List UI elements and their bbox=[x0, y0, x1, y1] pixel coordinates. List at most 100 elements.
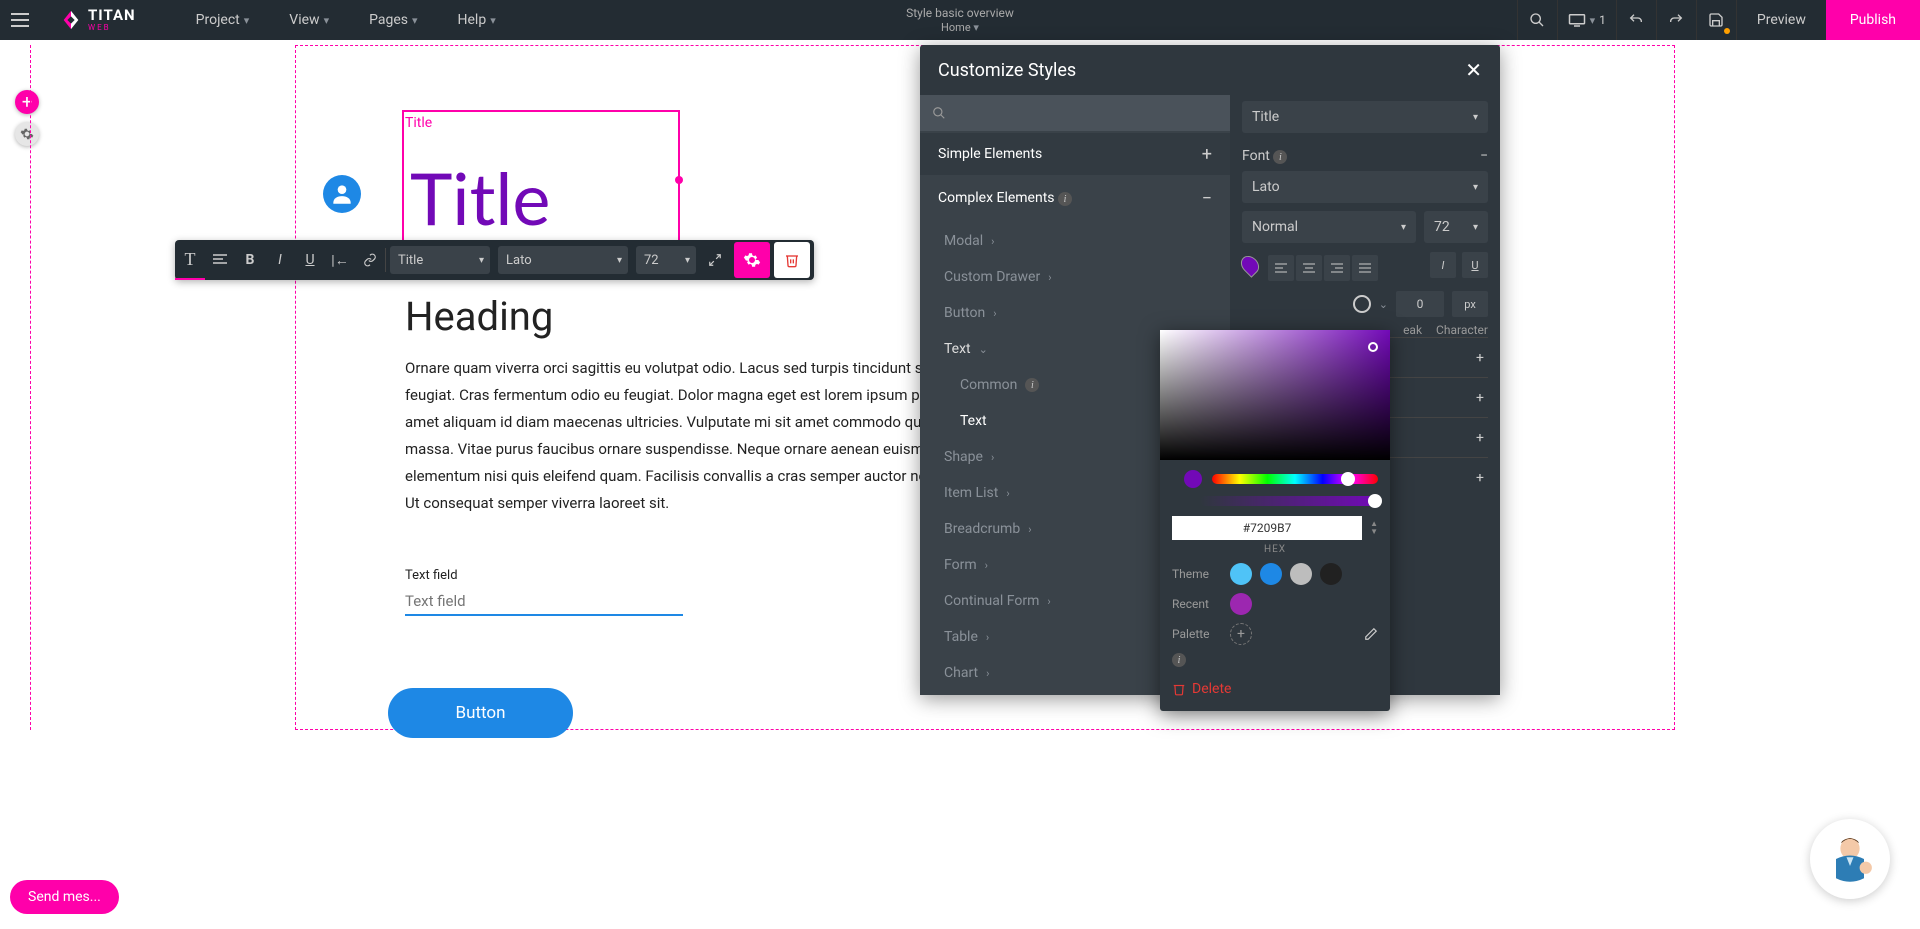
style-settings-button[interactable] bbox=[734, 242, 770, 278]
color-delete-button[interactable]: Delete bbox=[1160, 667, 1390, 697]
hex-input[interactable] bbox=[1172, 516, 1362, 540]
delete-element-button[interactable] bbox=[774, 242, 810, 278]
textfield-input[interactable] bbox=[405, 588, 683, 616]
publish-button[interactable]: Publish bbox=[1826, 0, 1920, 40]
tree-item-modal[interactable]: Modal› bbox=[920, 223, 1230, 259]
save-icon[interactable] bbox=[1696, 0, 1736, 40]
font-color-swatch[interactable] bbox=[1237, 252, 1262, 277]
tree-item-custom-drawer[interactable]: Custom Drawer› bbox=[920, 259, 1230, 295]
font-family-select[interactable]: Lato bbox=[1242, 171, 1488, 203]
font-size-select[interactable]: 72 bbox=[1424, 211, 1488, 243]
search-icon[interactable] bbox=[1517, 0, 1557, 40]
link-icon[interactable] bbox=[355, 240, 385, 280]
title-element-label: Title bbox=[405, 115, 432, 131]
heading-element[interactable]: Heading bbox=[405, 293, 553, 340]
align-center-icon[interactable] bbox=[1296, 255, 1322, 281]
avatar-icon[interactable] bbox=[323, 175, 361, 213]
align-justify-icon[interactable] bbox=[1352, 255, 1378, 281]
alpha-thumb[interactable] bbox=[1368, 494, 1382, 508]
recent-swatch-1[interactable] bbox=[1230, 593, 1252, 615]
close-icon[interactable]: ✕ bbox=[1465, 58, 1482, 82]
menu-project[interactable]: Project ▾ bbox=[196, 12, 250, 28]
document-title[interactable]: Style basic overview Home ▾ bbox=[906, 6, 1014, 34]
expand-icon[interactable] bbox=[700, 240, 730, 280]
body-text-element[interactable]: Ornare quam viverra orci sagittis eu vol… bbox=[405, 355, 1005, 517]
theme-swatch-2[interactable] bbox=[1260, 563, 1282, 585]
underline-toggle-icon[interactable]: U bbox=[1462, 252, 1488, 278]
underline-icon[interactable]: U bbox=[295, 240, 325, 280]
right-tools: ▾ 1 Preview Publish bbox=[1517, 0, 1920, 40]
hue-thumb[interactable] bbox=[1341, 472, 1355, 486]
undo-icon[interactable] bbox=[1616, 0, 1656, 40]
recent-label: Recent bbox=[1172, 597, 1222, 611]
theme-swatch-3[interactable] bbox=[1290, 563, 1312, 585]
help-mascot[interactable] bbox=[1810, 819, 1890, 899]
main-menu: Project ▾ View ▾ Pages ▾ Help ▾ bbox=[196, 12, 496, 28]
palette-edit-icon[interactable] bbox=[1364, 627, 1378, 641]
palette-info-icon[interactable]: i bbox=[1172, 653, 1186, 667]
target-select[interactable]: Title bbox=[1242, 101, 1488, 133]
bold-icon[interactable]: B bbox=[235, 240, 265, 280]
spacing-unit[interactable]: px bbox=[1452, 291, 1488, 317]
letter-spacing-input[interactable] bbox=[1396, 291, 1444, 317]
menu-view[interactable]: View ▾ bbox=[289, 12, 329, 28]
logo[interactable]: TITAN WEB bbox=[40, 8, 156, 32]
format-stepper[interactable]: ▲▼ bbox=[1370, 520, 1378, 536]
current-color-swatch bbox=[1184, 470, 1202, 488]
mascot-icon bbox=[1822, 831, 1878, 887]
theme-swatch-1[interactable] bbox=[1230, 563, 1252, 585]
hamburger-icon[interactable] bbox=[0, 0, 40, 40]
alpha-slider[interactable] bbox=[1200, 496, 1378, 506]
indent-icon[interactable]: |← bbox=[325, 240, 355, 280]
theme-label: Theme bbox=[1172, 567, 1222, 581]
palette-label: Palette bbox=[1172, 627, 1222, 641]
text-tool-icon[interactable]: T bbox=[175, 240, 205, 280]
textfield-label: Text field bbox=[405, 568, 458, 583]
italic-toggle-icon[interactable]: I bbox=[1430, 252, 1456, 278]
font-select[interactable]: Lato bbox=[498, 246, 628, 274]
send-message-button[interactable]: Send mes... bbox=[10, 880, 119, 914]
top-bar: TITAN WEB Project ▾ View ▾ Pages ▾ Help … bbox=[0, 0, 1920, 40]
align-left-icon[interactable] bbox=[1268, 255, 1294, 281]
font-weight-select[interactable]: Normal bbox=[1242, 211, 1416, 243]
simple-elements-section[interactable]: Simple Elements+ bbox=[920, 133, 1230, 175]
saturation-box[interactable] bbox=[1160, 330, 1390, 460]
redo-icon[interactable] bbox=[1656, 0, 1696, 40]
italic-icon[interactable]: I bbox=[265, 240, 295, 280]
saturation-cursor[interactable] bbox=[1368, 342, 1378, 352]
search-icon bbox=[932, 106, 946, 120]
menu-help[interactable]: Help ▾ bbox=[458, 12, 496, 28]
hex-label: HEX bbox=[1160, 544, 1390, 555]
palette-add-button[interactable]: + bbox=[1230, 623, 1252, 645]
menu-pages[interactable]: Pages ▾ bbox=[369, 12, 417, 28]
letter-spacing-toggle[interactable] bbox=[1353, 295, 1371, 313]
monitor-icon bbox=[1568, 13, 1586, 27]
align-icon[interactable] bbox=[205, 240, 235, 280]
style-select[interactable]: Title bbox=[390, 246, 490, 274]
logo-mark-icon bbox=[60, 9, 82, 31]
collapse-font-icon[interactable]: − bbox=[1480, 148, 1488, 164]
canvas-button[interactable]: Button bbox=[388, 688, 573, 738]
preview-button[interactable]: Preview bbox=[1736, 0, 1826, 40]
doc-page-text: Home bbox=[941, 21, 971, 34]
panel-header: Customize Styles ✕ bbox=[920, 45, 1500, 95]
align-right-icon[interactable] bbox=[1324, 255, 1350, 281]
font-section-label: Font bbox=[1242, 148, 1270, 164]
theme-swatch-4[interactable] bbox=[1320, 563, 1342, 585]
character-label: Character bbox=[1436, 323, 1488, 337]
device-selector[interactable]: ▾ 1 bbox=[1557, 0, 1616, 40]
panel-title: Customize Styles bbox=[938, 60, 1076, 81]
device-count: 1 bbox=[1599, 13, 1606, 27]
size-select[interactable]: 72 bbox=[636, 246, 696, 274]
spacing-chevron-icon[interactable]: ⌄ bbox=[1379, 298, 1388, 311]
hue-slider[interactable] bbox=[1212, 474, 1378, 484]
color-picker: ▲▼ HEX Theme Recent Palette + i Delete bbox=[1160, 330, 1390, 711]
tree-item-button[interactable]: Button› bbox=[920, 295, 1230, 331]
doc-title-text: Style basic overview bbox=[906, 6, 1014, 20]
line-break-label: eak bbox=[1403, 323, 1422, 337]
panel-search[interactable] bbox=[920, 95, 1230, 131]
complex-elements-section[interactable]: Complex Elements i− bbox=[920, 177, 1230, 219]
title-element[interactable]: Title bbox=[410, 155, 550, 241]
logo-subtext: WEB bbox=[88, 23, 136, 32]
logo-text: TITAN bbox=[88, 8, 136, 23]
